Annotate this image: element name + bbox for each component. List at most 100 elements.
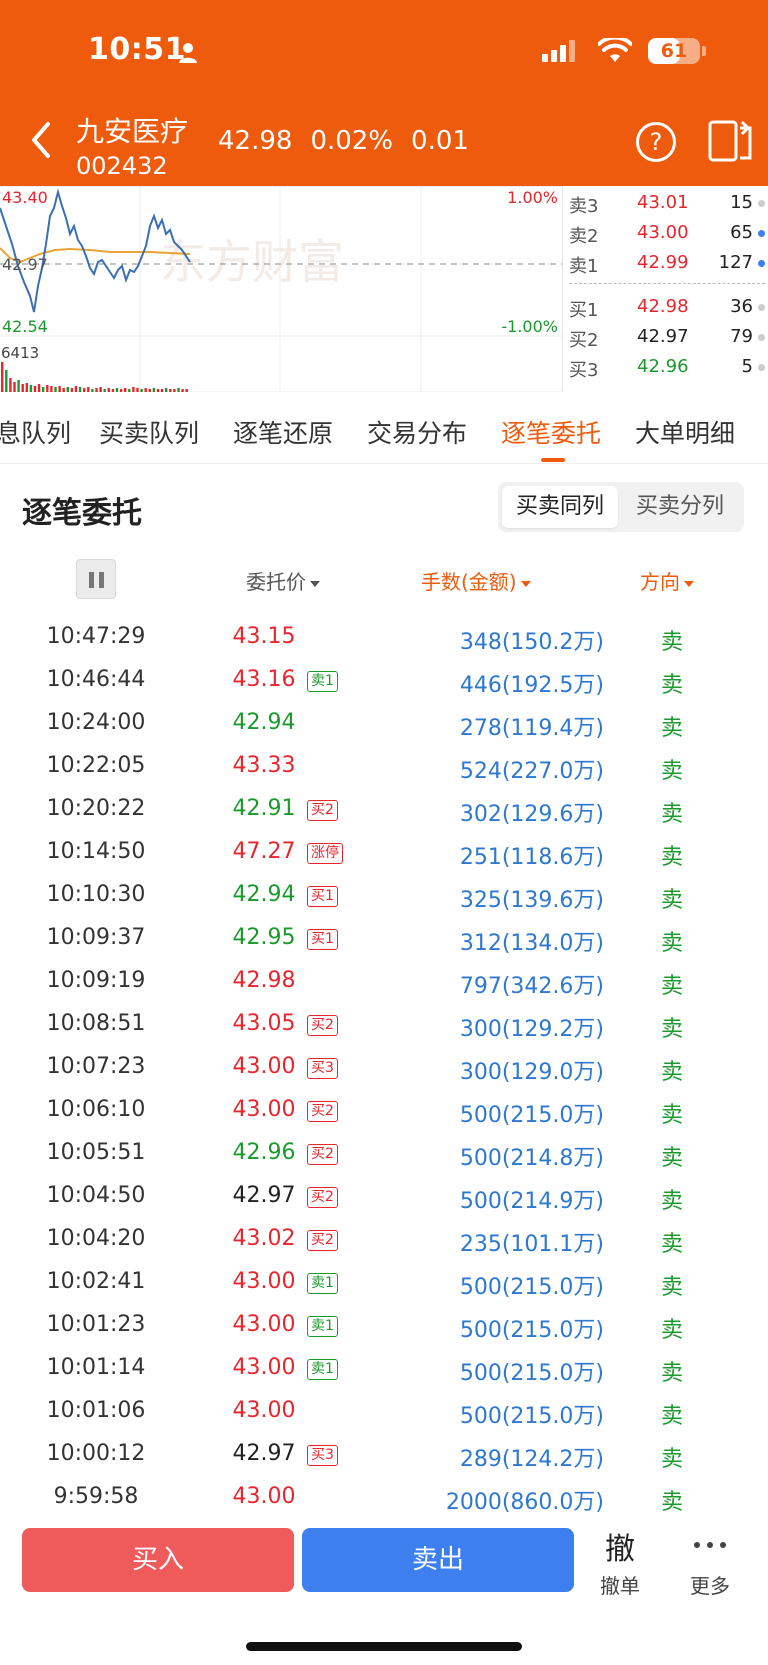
column-header-price-label: 委托价 [246,570,306,594]
help-icon[interactable]: ? [636,122,676,162]
table-row[interactable]: 10:05:51 42.96 买2 500(214.8万) 卖 [0,1132,768,1175]
level-dot-icon [758,304,765,311]
table-row[interactable]: 10:22:05 43.33 524(227.0万) 卖 [0,745,768,788]
order-time: 10:05:51 [46,1140,146,1165]
landscape-switch-icon[interactable] [708,120,752,162]
table-row[interactable]: 10:06:10 43.00 买2 500(215.0万) 卖 [0,1089,768,1132]
signal-icon [542,40,575,62]
intraday-chart[interactable]: 东方财富 43.40 42.97 42.54 1.00% -1.00% 6413 [0,186,562,392]
column-header-direction[interactable]: 方向 [640,566,694,595]
back-icon[interactable] [24,118,60,162]
split-column-button[interactable]: 买卖分列 [622,486,738,528]
tab-tick-restore[interactable]: 逐笔还原 [233,414,333,450]
order-direction: 卖 [660,1275,683,1300]
table-row[interactable]: 10:24:00 42.94 278(119.4万) 卖 [0,702,768,745]
level-volume: 36 [730,296,753,317]
table-row[interactable]: 10:04:20 43.02 买2 235(101.1万) 卖 [0,1218,768,1261]
chart-watermark: 东方财富 [160,235,344,289]
order-time: 10:46:44 [46,667,146,692]
order-direction: 卖 [660,1017,683,1042]
sell-button[interactable]: 卖出 [302,1528,574,1592]
ask-level[interactable]: 卖2 43.00 65 [569,218,765,248]
ask-level[interactable]: 卖3 43.01 15 [569,188,765,218]
table-row[interactable]: 10:46:44 43.16 卖1 446(192.5万) 卖 [0,659,768,702]
order-direction: 卖 [660,931,683,956]
order-direction: 卖 [660,1447,683,1472]
table-row[interactable]: 10:14:50 47.27 涨停 251(118.6万) 卖 [0,831,768,874]
section-title: 逐笔委托 [22,496,142,531]
bid-level[interactable]: 买1 42.98 36 [569,292,765,322]
table-row[interactable]: 10:08:51 43.05 买2 300(129.2万) 卖 [0,1003,768,1046]
same-column-button[interactable]: 买卖同列 [502,486,618,528]
order-price: 43.00 [232,1484,296,1509]
tick-order-list[interactable]: 10:47:29 43.15 348(150.2万) 卖 10:46:44 43.16 卖1… [0,616,768,1519]
bid-level[interactable]: 买3 42.96 5 [569,352,765,382]
order-level-tag: 卖1 [307,1359,338,1380]
order-level-tag: 卖1 [307,1316,338,1337]
order-level-tag: 买2 [307,1015,338,1036]
column-header-price[interactable]: 委托价 [246,566,320,595]
table-row[interactable]: 10:01:14 43.00 卖1 500(215.0万) 卖 [0,1347,768,1390]
order-time: 10:06:10 [46,1097,146,1122]
table-row[interactable]: 10:09:19 42.98 797(342.6万) 卖 [0,960,768,1003]
order-price: 42.97 [232,1441,296,1466]
order-direction: 卖 [660,1490,683,1515]
order-volume: 300(129.2万) [459,1017,604,1042]
last-price: 42.98 [218,126,293,156]
cancel-order-icon[interactable]: 撤 [600,1524,640,1568]
table-row[interactable]: 10:47:29 43.15 348(150.2万) 卖 [0,616,768,659]
order-volume: 300(129.0万) [459,1060,604,1085]
order-time: 9:59:58 [53,1484,139,1509]
table-row[interactable]: 10:01:23 43.00 卖1 500(215.0万) 卖 [0,1304,768,1347]
tab-large-orders[interactable]: 大单明细 [635,414,735,450]
order-price: 43.15 [232,624,296,649]
level-price: 42.99 [637,252,689,273]
order-level-tag: 买1 [307,929,338,950]
level-label: 卖3 [569,196,599,217]
table-row[interactable]: 9:59:58 43.00 2000(860.0万) 卖 [0,1476,768,1519]
level-label: 买1 [569,300,599,321]
order-time: 10:08:51 [46,1011,146,1036]
table-row[interactable]: 10:02:41 43.00 卖1 500(215.0万) 卖 [0,1261,768,1304]
level-label: 买3 [569,360,599,381]
tab-trade-distribution[interactable]: 交易分布 [367,414,467,450]
tab-bid-ask-queue[interactable]: 买卖队列 [99,414,199,450]
column-header-volume[interactable]: 手数(金额) [421,566,531,595]
volume-bar [5,370,8,392]
order-direction: 卖 [660,1060,683,1085]
table-row[interactable]: 10:20:22 42.91 买2 302(129.6万) 卖 [0,788,768,831]
tab-tick-orders[interactable]: 逐笔委托 [501,414,601,450]
order-time: 10:09:37 [46,925,146,950]
status-time: 10:51 [88,32,186,67]
bid-level[interactable]: 买2 42.97 79 [569,322,765,352]
level-dot-icon [758,260,765,267]
home-indicator [246,1642,522,1651]
pause-button[interactable] [76,559,116,599]
volume-bar [17,380,20,392]
table-row[interactable]: 10:04:50 42.97 买2 500(214.9万) 卖 [0,1175,768,1218]
order-price: 43.33 [232,753,296,778]
table-row[interactable]: 10:07:23 43.00 买3 300(129.0万) 卖 [0,1046,768,1089]
more-button[interactable]: 更多 [684,1570,736,1599]
table-row[interactable]: 10:00:12 42.97 买3 289(124.2万) 卖 [0,1433,768,1476]
ask-level[interactable]: 卖1 42.99 127 [569,248,765,278]
buy-button[interactable]: 买入 [22,1528,294,1592]
table-row[interactable]: 10:09:37 42.95 买1 312(134.0万) 卖 [0,917,768,960]
order-volume: 446(192.5万) [459,673,604,698]
order-level-tag: 卖1 [307,671,338,692]
order-book[interactable]: 卖3 43.01 15 卖2 43.00 65 卖1 42.99 127 买1 42.98 36 买2 4… [562,186,768,392]
tab-queue[interactable]: 息队列 [0,414,71,450]
table-row[interactable]: 10:01:06 43.00 500(215.0万) 卖 [0,1390,768,1433]
chart-low: 42.54 [2,317,48,336]
more-icon[interactable] [690,1536,730,1556]
order-direction: 卖 [660,1361,683,1386]
active-tab-indicator [541,458,565,462]
order-level-tag: 卖1 [307,1273,338,1294]
bottom-action-bar: 买入 卖出 撤 撤单 更多 [0,1518,768,1665]
stock-name: 九安医疗 [76,115,189,148]
chart-mid: 42.97 [2,255,48,274]
cancel-order-button[interactable]: 撤单 [594,1570,646,1599]
order-volume: 312(134.0万) [459,931,604,956]
table-row[interactable]: 10:10:30 42.94 买1 325(139.6万) 卖 [0,874,768,917]
order-volume: 524(227.0万) [459,759,604,784]
